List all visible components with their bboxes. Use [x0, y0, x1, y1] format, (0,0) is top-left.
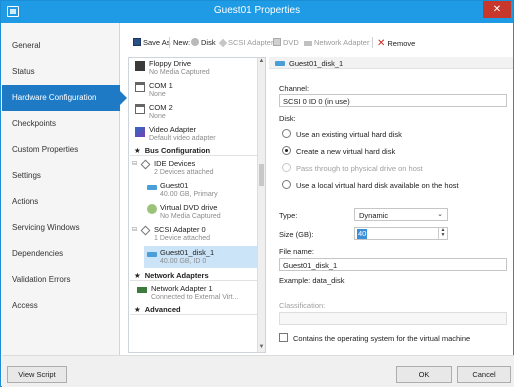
tree-item-selected-disk[interactable]: Guest01_disk_1 40.00 GB, ID 0	[144, 246, 257, 268]
dvd-drive-icon	[147, 204, 157, 214]
tree-item-network-adapter[interactable]: Network Adapter 1 Connected to External …	[151, 284, 238, 302]
sidebar-item-dependencies[interactable]: Dependencies	[2, 241, 120, 267]
channel-label: Channel:	[279, 84, 310, 93]
scroll-down-icon[interactable]: ▼	[258, 344, 265, 352]
option-pass-through-label: Pass through to physical drive on host	[296, 164, 423, 173]
type-dropdown[interactable]: Dynamic ⌄	[354, 208, 448, 221]
hard-disk-icon	[147, 185, 157, 190]
sidebar-item-checkpoints[interactable]: Checkpoints	[2, 111, 120, 137]
collapse-icon[interactable]: ⊟	[132, 160, 137, 167]
hardware-tree: Floppy Drive No Media Captured COM 1 Non…	[128, 57, 266, 353]
star-icon: ★	[134, 305, 141, 314]
filename-label: File name:	[279, 247, 315, 256]
close-button[interactable]: ✕	[483, 1, 511, 18]
radio-new-disk[interactable]	[282, 146, 291, 155]
toolbar-divider	[372, 37, 373, 48]
channel-select[interactable]: SCSI 0 ID 0 (in use)	[279, 94, 507, 107]
sidebar-item-status[interactable]: Status	[2, 59, 120, 85]
scsi-controller-icon	[140, 225, 151, 236]
ok-button[interactable]: OK	[396, 366, 452, 383]
window-title: Guest01 Properties	[213, 5, 301, 16]
dvd-icon	[273, 38, 281, 46]
hard-disk-icon	[275, 61, 285, 66]
tree-item-ide-devices[interactable]: IDE Devices 2 Devices attached	[154, 159, 214, 177]
section-network-adapters[interactable]: ★ Network Adapters	[130, 271, 257, 281]
scrollbar-thumb[interactable]	[259, 164, 264, 186]
save-as-button[interactable]: Save As	[133, 38, 171, 47]
radio-pass-through[interactable]	[282, 163, 291, 172]
option-existing-disk-label: Use an existing virtual hard disk	[296, 130, 402, 139]
sidebar-item-actions[interactable]: Actions	[2, 189, 120, 215]
sidebar-item-general[interactable]: General	[2, 33, 120, 59]
toolbar-divider	[169, 37, 170, 48]
save-icon	[133, 38, 141, 46]
stepper-buttons[interactable]: ▲ ▼	[438, 228, 447, 239]
sidebar-item-servicing-windows[interactable]: Servicing Windows	[2, 215, 120, 241]
video-adapter-icon	[135, 127, 145, 137]
ide-controller-icon	[140, 159, 151, 170]
remove-icon: ✕	[377, 38, 386, 49]
tree-scrollbar[interactable]: ▲ ▼	[257, 58, 265, 352]
dialog-footer: View Script OK Cancel	[2, 355, 514, 387]
title-bar: Guest01 Properties ✕	[1, 1, 513, 23]
new-scsi-adapter-button[interactable]: SCSI Adapter	[218, 38, 273, 48]
radio-local-disk[interactable]	[282, 180, 291, 189]
sidebar-item-hardware-configuration[interactable]: Hardware Configuration	[2, 85, 127, 111]
filename-example: Example: data_disk	[279, 276, 345, 285]
section-bus-configuration[interactable]: ★ Bus Configuration	[130, 146, 257, 156]
filename-input[interactable]: Guest01_disk_1	[279, 258, 507, 271]
chevron-down-icon: ⌄	[437, 211, 443, 218]
contains-os-label: Contains the operating system for the vi…	[293, 334, 471, 343]
scsi-icon	[218, 38, 228, 48]
sidebar-item-settings[interactable]: Settings	[2, 163, 120, 189]
star-icon: ★	[134, 146, 141, 155]
new-network-adapter-button[interactable]: Network Adapter	[304, 38, 369, 47]
star-icon: ★	[134, 271, 141, 280]
tree-item-com2[interactable]: COM 2 None	[149, 103, 173, 121]
new-disk-button[interactable]: Disk	[191, 38, 216, 47]
properties-window: Guest01 Properties ✕ General Status Hard…	[0, 0, 514, 387]
size-label: Size (GB):	[279, 230, 314, 239]
disk-label: Disk:	[279, 114, 296, 123]
sidebar-item-access[interactable]: Access	[2, 293, 120, 319]
remove-button[interactable]: ✕ Remove	[377, 38, 415, 49]
type-label: Type:	[279, 211, 298, 220]
view-script-button[interactable]: View Script	[7, 366, 67, 383]
tree-item-guest01-disk[interactable]: Guest01 40.00 GB, Primary	[160, 181, 218, 199]
new-label: New:	[173, 38, 191, 47]
tree-item-video-adapter[interactable]: Video Adapter Default video adapter	[149, 125, 216, 143]
scroll-up-icon[interactable]: ▲	[258, 58, 265, 66]
collapse-icon[interactable]: ⊟	[132, 226, 137, 233]
com-port-icon	[135, 104, 145, 114]
disk-icon	[191, 38, 199, 46]
com-port-icon	[135, 82, 145, 92]
detail-header: Guest01_disk_1	[269, 57, 513, 69]
sidebar: General Status Hardware Configuration Ch…	[2, 23, 127, 355]
section-advanced[interactable]: ★ Advanced	[130, 305, 257, 315]
tree-item-scsi-adapter[interactable]: SCSI Adapter 0 1 Device attached	[154, 225, 210, 243]
network-icon	[304, 41, 312, 46]
radio-existing-disk[interactable]	[282, 129, 291, 138]
contains-os-checkbox[interactable]	[279, 333, 288, 342]
sidebar-item-custom-properties[interactable]: Custom Properties	[2, 137, 120, 163]
tree-item-floppy[interactable]: Floppy Drive No Media Captured	[149, 59, 210, 77]
sidebar-item-validation-errors[interactable]: Validation Errors	[2, 267, 120, 293]
new-dvd-button[interactable]: DVD	[273, 38, 299, 47]
option-new-disk-label: Create a new virtual hard disk	[296, 147, 396, 156]
size-stepper[interactable]: 40 ▲ ▼	[354, 227, 448, 240]
hard-disk-icon	[147, 252, 157, 257]
floppy-icon	[135, 61, 145, 71]
classification-label: Classification:	[279, 301, 326, 310]
cancel-button[interactable]: Cancel	[457, 366, 511, 383]
spin-down-icon[interactable]: ▼	[439, 233, 447, 238]
size-value: 40	[357, 229, 368, 239]
hardware-toolbar: Save As New: Disk SCSI Adapter DVD Netwo…	[121, 34, 513, 50]
option-local-disk-label: Use a local virtual hard disk available …	[296, 181, 459, 190]
network-adapter-icon	[137, 287, 147, 293]
tree-item-com1[interactable]: COM 1 None	[149, 81, 173, 99]
classification-input[interactable]	[279, 312, 507, 325]
tree-item-virtual-dvd[interactable]: Virtual DVD drive No Media Captured	[160, 203, 221, 221]
